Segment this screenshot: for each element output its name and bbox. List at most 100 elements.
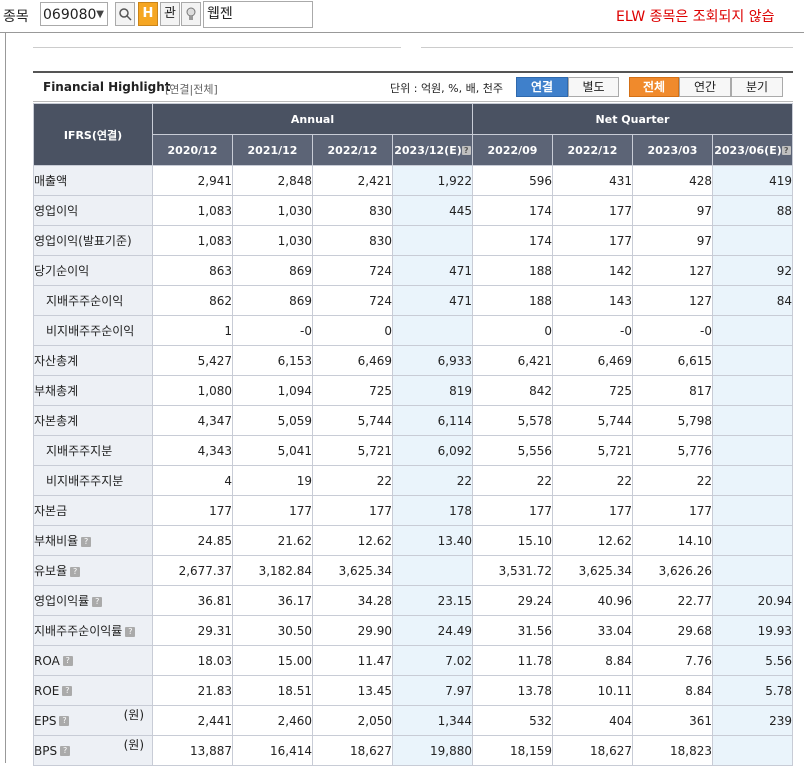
value-cell: 239: [712, 705, 793, 736]
value-cell: 8.84: [552, 645, 633, 676]
help-icon[interactable]: ?: [62, 686, 73, 696]
row-label-cell: 지배주주지분: [33, 435, 153, 466]
row-label-cell: BPS? (원): [33, 735, 153, 766]
row-label: 영업이익: [34, 204, 79, 218]
value-cell: 36.81: [152, 585, 233, 616]
value-cell: 3,625.34: [552, 555, 633, 586]
consolidated-button[interactable]: 연결: [516, 77, 568, 97]
value-cell: 1,344: [392, 705, 473, 736]
search-icon[interactable]: [115, 2, 135, 26]
estimate-help-icon[interactable]: ?: [781, 146, 791, 155]
value-cell: 177: [552, 195, 633, 226]
table-row: 영업이익 1,083 1,030 830 445 174 177 97 88: [33, 195, 793, 226]
value-cell: 361: [632, 705, 713, 736]
value-cell: 18,823: [632, 735, 713, 766]
value-cell: 471: [392, 285, 473, 316]
table-row: 지배주주순이익 862 869 724 471 188 143 127 84: [33, 285, 793, 316]
value-cell: 12.62: [312, 525, 393, 556]
row-label-cell: 자산총계: [33, 345, 153, 376]
value-cell: 22.77: [632, 585, 713, 616]
value-cell: 13.78: [472, 675, 553, 706]
value-cell: 2,421: [312, 165, 393, 196]
row-label: 당기순이익: [34, 264, 90, 278]
value-cell: 33.04: [552, 615, 633, 646]
value-cell: 532: [472, 705, 553, 736]
value-cell: 34.28: [312, 585, 393, 616]
value-cell: 4,347: [152, 405, 233, 436]
value-cell: 19: [232, 465, 313, 496]
value-cell: 862: [152, 285, 233, 316]
quarter-button[interactable]: 분기: [731, 77, 783, 97]
value-cell: 127: [632, 255, 713, 286]
table-row: 부채비율? 24.85 21.62 12.62 13.40 15.10 12.62 14.10: [33, 525, 793, 556]
table-row: 비지배주주지분 4 19 22 22 22 22 22: [33, 465, 793, 496]
value-cell: 2,050: [312, 705, 393, 736]
value-cell: 1,922: [392, 165, 473, 196]
gwan-button[interactable]: 관: [160, 2, 180, 26]
h-icon[interactable]: H: [138, 2, 158, 26]
column-header-label: 2020/12: [167, 143, 218, 157]
value-cell: 1,083: [152, 225, 233, 256]
help-icon[interactable]: ?: [59, 716, 70, 726]
help-icon[interactable]: ?: [125, 626, 136, 637]
value-cell: 7.02: [392, 645, 473, 676]
value-cell: [712, 525, 793, 556]
row-label: 매출액: [34, 174, 68, 188]
value-cell: 869: [232, 285, 313, 316]
value-cell: 29.24: [472, 585, 553, 616]
row-label: 자본금: [34, 504, 68, 518]
stock-label: 종목: [3, 9, 29, 25]
column-header: 2021/12: [232, 134, 313, 166]
help-icon[interactable]: ?: [81, 536, 92, 547]
value-cell: 15.00: [232, 645, 313, 676]
value-cell: 5,578: [472, 405, 553, 436]
row-label-cell: 지배주주순이익: [33, 285, 153, 316]
row-label-cell: 부채총계: [33, 375, 153, 406]
row-label: 영업이익(발표기준): [34, 234, 132, 248]
row-label: 비지배주주지분: [46, 474, 124, 488]
value-cell: 3,626.26: [632, 555, 713, 586]
value-cell: 12.62: [552, 525, 633, 556]
stock-name-field[interactable]: 웹젠: [203, 1, 313, 28]
row-label-cell: ROE?: [33, 675, 153, 706]
row-label: EPS: [34, 713, 57, 728]
value-cell: 188: [472, 285, 553, 316]
separate-button[interactable]: 별도: [568, 77, 619, 97]
row-label-cell: 영업이익(발표기준): [33, 225, 153, 256]
table-row: BPS? (원) 13,887 16,414 18,627 19,880 18,159 18,…: [33, 735, 793, 766]
table-row: 유보율? 2,677.37 3,182.84 3,625.34 3,531.72 3,62…: [33, 555, 793, 586]
value-cell: [712, 405, 793, 436]
annual-button[interactable]: 연간: [679, 77, 731, 97]
value-cell: 188: [472, 255, 553, 286]
row-label: 부채비율: [34, 534, 79, 548]
unit-suffix: (원): [123, 738, 144, 752]
table-row: 부채총계 1,080 1,094 725 819 842 725 817: [33, 375, 793, 406]
value-cell: 3,625.34: [312, 555, 393, 586]
value-cell: 29.90: [312, 615, 393, 646]
column-header: 2023/06(E)?: [712, 134, 793, 166]
value-cell: 5.78: [712, 675, 793, 706]
value-cell: 177: [632, 495, 713, 526]
help-icon[interactable]: ?: [70, 566, 81, 577]
value-cell: 1: [152, 315, 233, 346]
chevron-down-icon[interactable]: ▼: [96, 3, 104, 27]
value-cell: 174: [472, 195, 553, 226]
help-icon[interactable]: ?: [92, 596, 103, 607]
value-cell: 22: [552, 465, 633, 496]
value-cell: 20.94: [712, 585, 793, 616]
table-row: ROA? 18.03 15.00 11.47 7.02 11.78 8.84 7.76 5.56: [33, 645, 793, 676]
value-cell: 19.93: [712, 615, 793, 646]
unit-label: 단위 : 억원, %, 배, 천주: [390, 82, 503, 95]
all-button[interactable]: 전체: [629, 77, 679, 97]
value-cell: -0: [232, 315, 313, 346]
value-cell: 16,414: [232, 735, 313, 766]
value-cell: 5,041: [232, 435, 313, 466]
value-cell: 5,427: [152, 345, 233, 376]
stock-code-input[interactable]: 069080 ▼: [40, 2, 108, 26]
value-cell: 18.51: [232, 675, 313, 706]
help-icon[interactable]: ?: [60, 746, 71, 756]
estimate-help-icon[interactable]: ?: [461, 146, 471, 155]
bulb-icon[interactable]: [181, 2, 201, 26]
help-icon[interactable]: ?: [62, 656, 73, 666]
value-cell: [392, 555, 473, 586]
